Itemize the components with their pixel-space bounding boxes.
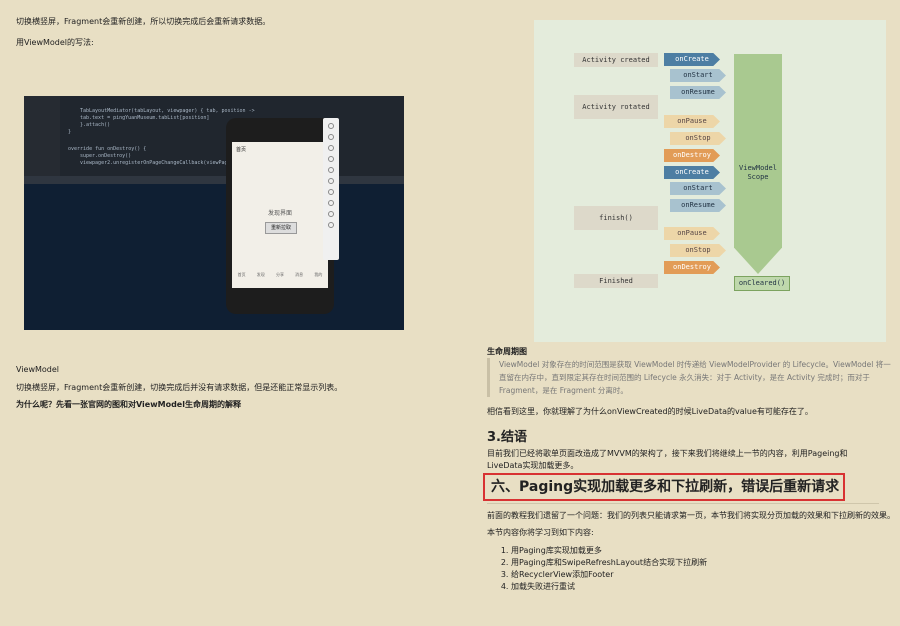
- list-item: 用Paging库和SwipeRefreshLayout结合实现下拉刷新: [511, 557, 707, 569]
- volume-down-icon[interactable]: [328, 145, 334, 151]
- back-icon[interactable]: [328, 200, 334, 206]
- camera-icon[interactable]: [328, 178, 334, 184]
- code-line: viewpager2.unregisterOnPageChangeCallbac…: [80, 160, 246, 166]
- demo-screenshot: TabLayoutMediator(tabLayout, viewpager) …: [24, 96, 404, 330]
- event-onstop: onStop: [670, 132, 726, 145]
- heading-paging: 六、Paging实现加载更多和下拉刷新，错误后重新请求: [491, 479, 840, 495]
- event-onstart-2: onStart: [670, 182, 726, 195]
- tab-home[interactable]: 首页: [238, 272, 246, 278]
- list-item: 加载失败进行重试: [511, 581, 707, 593]
- zoom-icon[interactable]: [328, 189, 334, 195]
- event-onstop-2: onStop: [670, 244, 726, 257]
- event-oncreate: onCreate: [664, 53, 720, 66]
- tab-discover[interactable]: 发现: [257, 272, 265, 278]
- oncleared-box: onCleared(): [734, 276, 790, 291]
- event-ondestroy: onDestroy: [664, 149, 720, 162]
- code-line: }: [68, 129, 72, 135]
- tab-share[interactable]: 分享: [276, 272, 284, 278]
- tab-me[interactable]: 我的: [314, 272, 322, 278]
- rotate-right-icon[interactable]: [328, 167, 334, 173]
- paragraph-conclusion: 目前我们已经将歌单页面改造成了MVVM的架构了，接下来我们将继续上一节的内容，利…: [487, 449, 848, 470]
- event-onpause-2: onPause: [664, 227, 720, 240]
- refetch-button[interactable]: 重新拉取: [265, 222, 297, 234]
- state-finished: Finished: [574, 274, 658, 288]
- paragraph-rotate-recreate: 切换横竖屏，Fragment会重新创建，所以切换完成后会重新请求数据。: [16, 17, 271, 26]
- tab-messages[interactable]: 消息: [295, 272, 303, 278]
- diagram-caption: 生命周期图: [487, 347, 527, 356]
- event-onresume: onResume: [670, 86, 726, 99]
- code-line: override fun onDestroy() {: [68, 146, 147, 152]
- phone-tabbar: 首页 发现 分享 消息 我的: [232, 272, 328, 278]
- event-onpause: onPause: [664, 115, 720, 128]
- event-onstart: onStart: [670, 69, 726, 82]
- paragraph-understand: 相信看到这里，你就理解了为什么onViewCreated的时候LiveData的…: [487, 407, 813, 416]
- paragraph-why: 为什么呢？先看一张官网的图和对ViewModel生命周期的解释: [16, 400, 241, 409]
- state-activity-rotated: Activity rotated: [574, 95, 658, 119]
- heading-conclusion: 3.结语: [487, 430, 527, 445]
- list-item: 用Paging库实现加载更多: [511, 545, 707, 557]
- code-line: TabLayoutMediator(tabLayout, viewpager) …: [80, 108, 255, 114]
- rotate-icon[interactable]: [328, 156, 334, 162]
- paragraph-no-request: 切换横竖屏，Fragment会重新创建，切换完成后并没有请求数据，但是还能正常显…: [16, 383, 343, 392]
- event-ondestroy-2: onDestroy: [664, 261, 720, 274]
- list-item: 给RecyclerView添加Footer: [511, 569, 707, 581]
- heading-divider: [487, 503, 879, 504]
- phone-page-text: 发现界面: [267, 210, 292, 217]
- viewmodel-scope-label: ViewModel Scope: [739, 164, 777, 181]
- code-line: }.attach(): [80, 122, 111, 128]
- logcat-toolbar: [24, 176, 404, 184]
- state-activity-created: Activity created: [574, 53, 658, 67]
- event-onresume-2: onResume: [670, 199, 726, 212]
- learning-list: 用Paging库实现加载更多 用Paging库和SwipeRefreshLayo…: [497, 545, 707, 593]
- phone-header: 首页: [236, 147, 247, 153]
- line-gutter: [24, 96, 60, 182]
- code-line: super.onDestroy(): [80, 153, 132, 159]
- heading-viewmodel: ViewModel: [16, 365, 60, 374]
- phone-screen: 首页 发现界面 重新拉取 首页 发现 分享 消息 我的: [232, 142, 328, 288]
- paragraph-viewmodel-usage: 用ViewModel的写法:: [16, 38, 94, 47]
- volume-up-icon[interactable]: [328, 134, 334, 140]
- event-oncreate-2: onCreate: [664, 166, 720, 179]
- state-finish: finish(): [574, 206, 658, 230]
- overview-icon[interactable]: [328, 222, 334, 228]
- paragraph-learn: 本节内容你将学习到如下内容:: [487, 528, 594, 537]
- lifecycle-diagram: [534, 20, 886, 342]
- paragraph-previous: 前面的教程我们遗留了一个问题：我们的列表只能请求第一页，本节我们将实现分页加载的…: [487, 511, 895, 520]
- highlight-box: 六、Paging实现加载更多和下拉刷新，错误后重新请求: [483, 473, 845, 501]
- power-icon[interactable]: [328, 123, 334, 129]
- viewmodel-quote: ViewModel 对象存在的时间范围是获取 ViewModel 时传递给 Vi…: [487, 358, 891, 397]
- home-icon[interactable]: [328, 211, 334, 217]
- code-line: tab.text = pingYuanMuseum.tabList[positi…: [80, 115, 210, 121]
- emulator-side-toolbar: [323, 118, 339, 260]
